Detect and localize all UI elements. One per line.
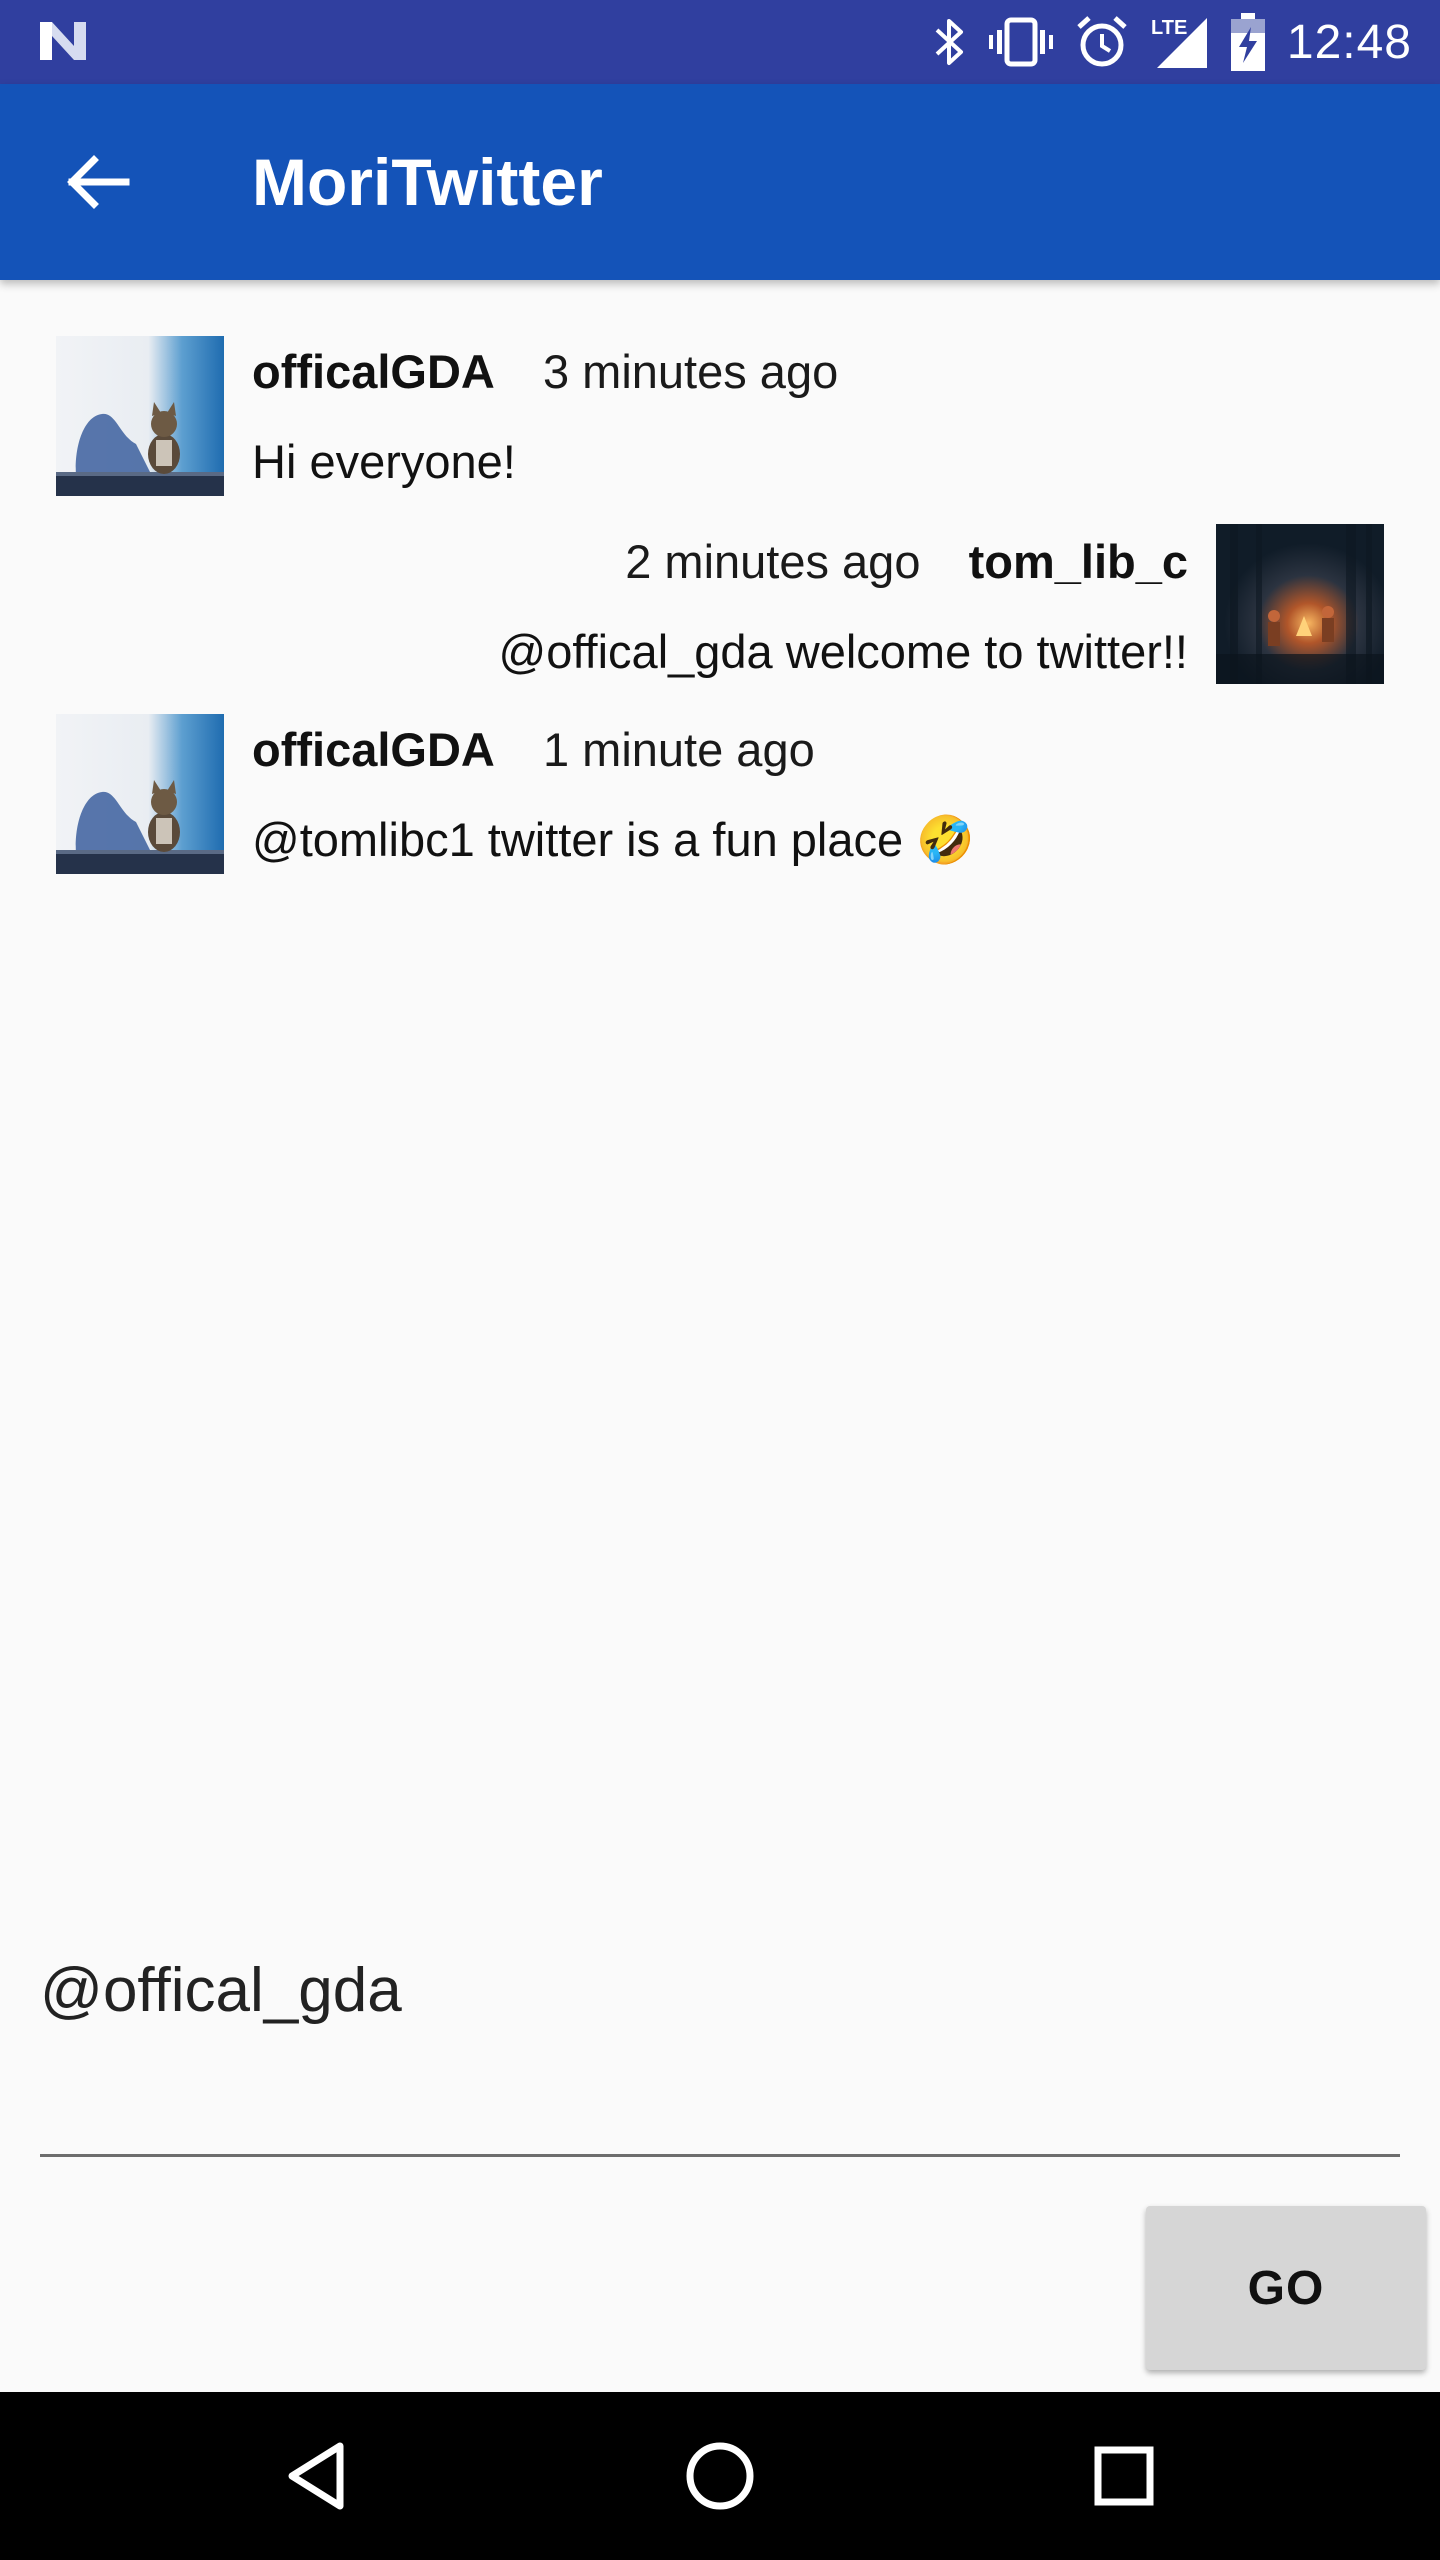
avatar[interactable] bbox=[56, 336, 224, 496]
message-text: @tomlibc1 twitter is a fun place 🤣 bbox=[252, 812, 975, 868]
cat-photo bbox=[56, 336, 224, 496]
battery-charging-icon bbox=[1230, 13, 1265, 71]
message-meta: 2 minutes ago tom_lib_c bbox=[625, 534, 1188, 589]
rofl-emoji: 🤣 bbox=[916, 813, 975, 866]
arrow-left-icon bbox=[67, 155, 130, 209]
network-label: LTE bbox=[1151, 17, 1187, 39]
message-meta: officalGDA 3 minutes ago bbox=[252, 344, 838, 399]
back-triangle-icon bbox=[288, 2442, 344, 2510]
message-time: 3 minutes ago bbox=[542, 345, 839, 398]
back-button[interactable] bbox=[48, 132, 148, 232]
status-bar: LTE 12:48 bbox=[0, 0, 1440, 84]
alarm-icon bbox=[1077, 16, 1127, 67]
status-icons: LTE 12:48 bbox=[933, 12, 1412, 72]
message-time: 1 minute ago bbox=[542, 723, 815, 776]
app-bar: MoriTwitter bbox=[0, 84, 1440, 280]
message-time: 2 minutes ago bbox=[625, 535, 921, 588]
campfire-photo bbox=[1216, 524, 1384, 684]
avatar[interactable] bbox=[56, 714, 224, 874]
status-time: 12:48 bbox=[1286, 15, 1412, 69]
nav-home-button[interactable] bbox=[670, 2426, 770, 2526]
n-logo-icon bbox=[40, 22, 86, 60]
tweet-input[interactable] bbox=[40, 1820, 1400, 2160]
avatar[interactable] bbox=[1216, 524, 1384, 684]
app-title: MoriTwitter bbox=[252, 145, 603, 219]
home-circle-icon bbox=[686, 2442, 754, 2510]
go-button[interactable]: GO bbox=[1146, 2206, 1426, 2370]
message-text: Hi everyone! bbox=[252, 435, 516, 488]
message-username[interactable]: officalGDA bbox=[252, 345, 495, 398]
nav-back-button[interactable] bbox=[266, 2426, 366, 2526]
bluetooth-icon bbox=[935, 19, 963, 65]
cat-photo bbox=[56, 714, 224, 874]
message-username[interactable]: tom_lib_c bbox=[969, 535, 1188, 588]
nav-recents-button[interactable] bbox=[1074, 2426, 1174, 2526]
message-text-content: @tomlibc1 twitter is a fun place bbox=[252, 813, 904, 866]
message-text: @offical_gda welcome to twitter!! bbox=[498, 625, 1189, 678]
signal-icon: LTE bbox=[1151, 17, 1207, 68]
message-meta: officalGDA 1 minute ago bbox=[252, 722, 815, 777]
navigation-bar bbox=[0, 2392, 1440, 2560]
message-username[interactable]: officalGDA bbox=[252, 723, 495, 776]
input-underline bbox=[40, 2154, 1400, 2157]
vibrate-icon bbox=[988, 17, 1053, 67]
recents-square-icon bbox=[1094, 2446, 1154, 2506]
